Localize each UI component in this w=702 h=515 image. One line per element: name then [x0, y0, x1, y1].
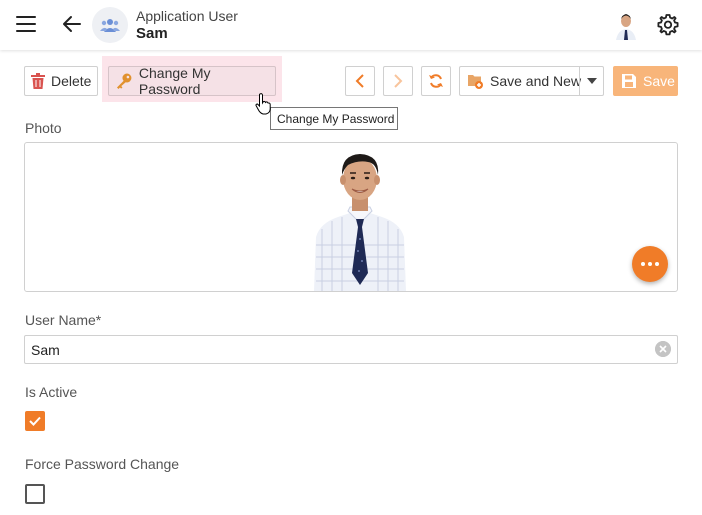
delete-button[interactable]: Delete [24, 66, 98, 96]
dot-icon [641, 262, 645, 266]
refresh-icon [429, 74, 443, 88]
username-input[interactable] [24, 335, 678, 364]
dot-icon [655, 262, 659, 266]
app-header: Application User Sam [0, 0, 702, 50]
save-button[interactable]: Save [613, 66, 678, 96]
chevron-right-icon [394, 74, 403, 88]
hamburger-icon[interactable] [16, 16, 36, 32]
is-active-label: Is Active [25, 384, 78, 400]
save-new-icon [468, 75, 483, 89]
dot-icon [648, 262, 652, 266]
is-active-checkbox[interactable] [25, 411, 45, 431]
previous-record-button[interactable] [345, 66, 375, 96]
trash-icon [31, 73, 45, 89]
users-icon [92, 7, 128, 43]
record-name: Sam [136, 25, 168, 42]
delete-label: Delete [51, 73, 92, 89]
floppy-disk-icon [622, 74, 636, 88]
user-photo [314, 154, 406, 291]
photo-field[interactable] [24, 142, 678, 292]
save-and-new-button[interactable]: Save and New [459, 66, 604, 96]
next-record-button[interactable] [383, 66, 413, 96]
username-label: User Name* [25, 312, 102, 328]
chevron-left-icon [355, 74, 364, 88]
checkmark-icon [29, 416, 41, 426]
gear-icon[interactable] [656, 13, 680, 37]
force-password-label: Force Password Change [25, 456, 180, 472]
force-password-checkbox[interactable] [25, 484, 45, 504]
save-label: Save [643, 73, 675, 89]
caret-down-icon [586, 78, 597, 84]
key-icon [116, 73, 132, 89]
save-options-dropdown[interactable] [579, 67, 603, 95]
tooltip: Change My Password [270, 107, 398, 130]
more-actions-button[interactable] [632, 246, 668, 282]
user-avatar[interactable] [612, 10, 640, 40]
photo-label: Photo [25, 120, 62, 136]
page-title: Application User [136, 8, 238, 24]
back-arrow-icon[interactable] [60, 12, 84, 36]
hand-pointer-icon [255, 93, 271, 115]
save-and-new-label: Save and New [490, 73, 582, 89]
change-password-button[interactable]: Change My Password [108, 65, 276, 97]
clear-icon[interactable] [655, 341, 671, 357]
refresh-button[interactable] [421, 66, 451, 96]
